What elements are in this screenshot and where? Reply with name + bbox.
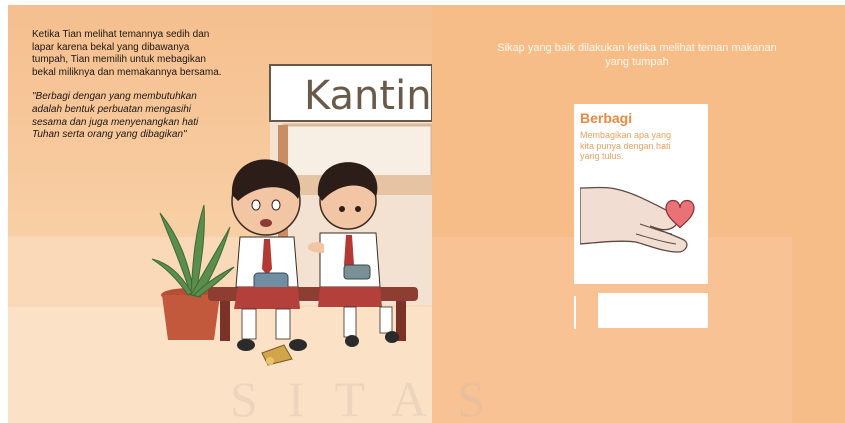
book-spread: Kantin Ketika Tian melihat temannya sedi… <box>0 0 845 423</box>
watermark: SITAS <box>230 371 515 423</box>
story-text: Ketika Tian melihat temannya sedih dan l… <box>32 29 222 154</box>
story-quote: "Berbagi dengan yang membutuhkan adalah … <box>32 91 199 141</box>
sad-boy-illustration <box>231 159 307 351</box>
bench-leg-left <box>220 301 230 341</box>
answer-drop-box[interactable] <box>598 293 708 328</box>
plant-leaves <box>151 204 235 298</box>
card-description: Membagikan apa yang kita punya dengan ha… <box>580 130 672 161</box>
answer-card-berbagi[interactable]: Berbagi Membagikan apa yang kita punya d… <box>574 104 708 284</box>
plant-pot <box>162 295 220 340</box>
giving-hand-heart-icon <box>580 186 695 253</box>
activity-page: Sikap yang baik dilakukan ketika melihat… <box>432 5 845 423</box>
spilled-lunchbox <box>261 344 293 366</box>
answer-divider <box>574 296 576 329</box>
card-title: Berbagi <box>580 110 633 126</box>
story-narration: Ketika Tian melihat temannya sedih dan l… <box>32 29 222 78</box>
sign-text: Kantin <box>304 73 432 119</box>
activity-heading: Sikap yang baik dilakukan ketika melihat… <box>497 42 777 68</box>
story-page: Kantin Ketika Tian melihat temannya sedi… <box>8 5 432 423</box>
